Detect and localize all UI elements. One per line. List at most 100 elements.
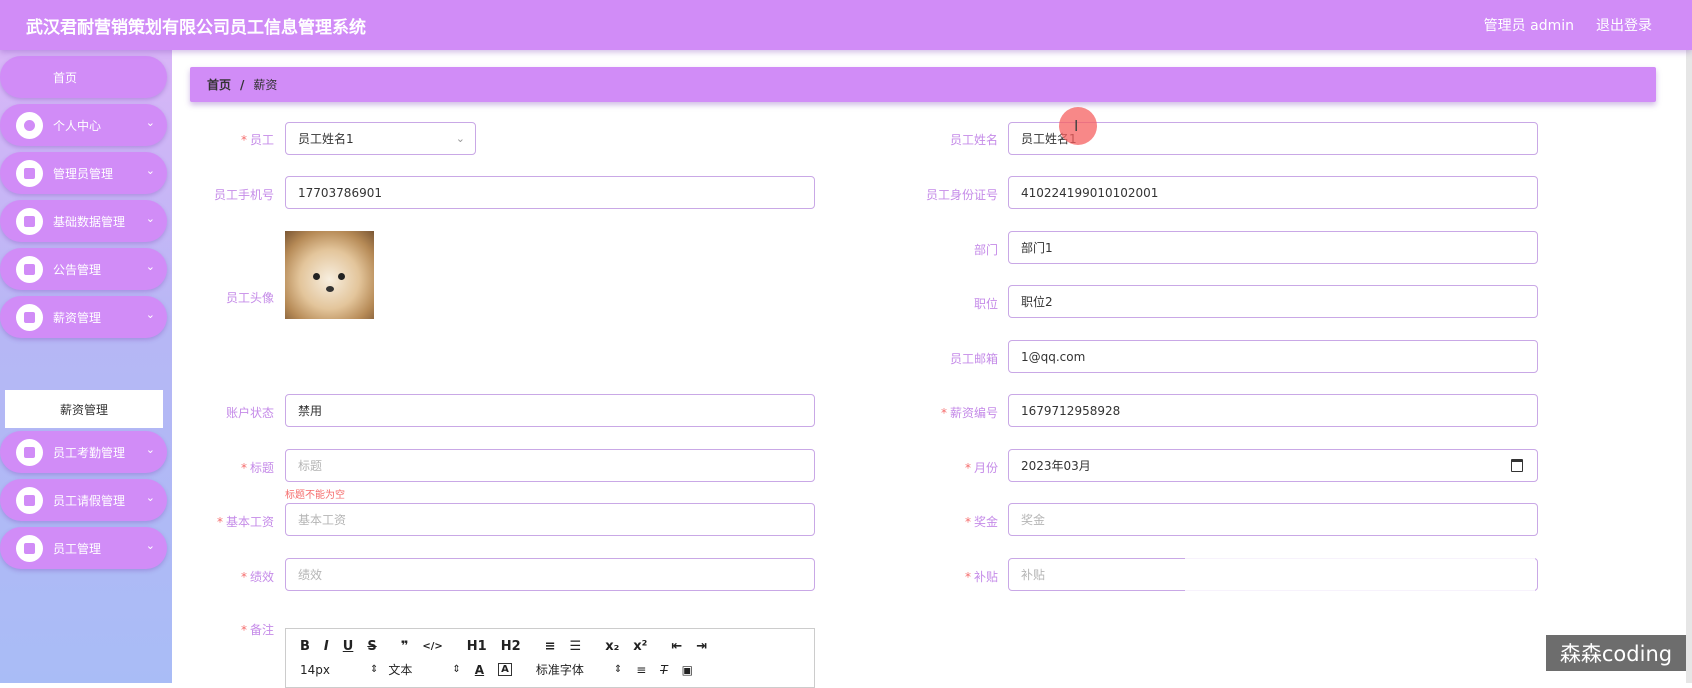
id-card-field[interactable]: 410224199010102001 bbox=[1008, 176, 1538, 209]
base-salary-input[interactable]: 基本工资 bbox=[285, 503, 815, 536]
image-icon[interactable]: ▣ bbox=[682, 663, 693, 677]
subscript-button[interactable]: x₂ bbox=[605, 639, 619, 654]
title-error-message: 标题不能为空 bbox=[285, 490, 345, 501]
sidebar: 首页 个人中心 ⌄ 管理员管理 ⌄ 基础数据管理 ⌄ 公告管理 ⌄ 薪资管理 ⌄… bbox=[0, 50, 172, 683]
id-card-label: 员工身份证号 bbox=[925, 188, 998, 202]
font-family-select[interactable]: 标准字体 bbox=[536, 661, 584, 678]
chevron-updown-icon: ⇕ bbox=[452, 664, 461, 675]
rich-text-editor[interactable]: B I U S ❞ </> H1 H2 ≡ ☰ x₂ x² ⇤ ⇥ 14px ⇕… bbox=[285, 628, 815, 688]
ordered-list-button[interactable]: ≡ bbox=[545, 639, 556, 654]
heading1-button[interactable]: H1 bbox=[467, 639, 487, 654]
label-text: 绩效 bbox=[249, 570, 274, 584]
employee-avatar[interactable] bbox=[285, 231, 374, 319]
calendar-icon[interactable] bbox=[1511, 459, 1523, 472]
month-label: * 月份 bbox=[878, 459, 998, 476]
top-header: 武汉君耐营销策划有限公司员工信息管理系统 管理员 admin 退出登录 bbox=[0, 0, 1692, 50]
label-text: 基本工资 bbox=[225, 515, 274, 529]
month-picker[interactable]: 2023年03月 bbox=[1008, 449, 1538, 482]
base-salary-label: * 基本工资 bbox=[154, 513, 274, 530]
italic-button[interactable]: I bbox=[324, 639, 329, 654]
breadcrumb: 首页 / 薪资 bbox=[190, 67, 1656, 102]
salary-no-field[interactable]: 1679712958928 bbox=[1008, 394, 1538, 427]
chat-icon bbox=[16, 487, 43, 514]
sidebar-item-employees[interactable]: 员工管理 ⌄ bbox=[0, 527, 167, 569]
text-cursor-icon: I bbox=[1074, 117, 1079, 135]
bold-button[interactable]: B bbox=[300, 639, 310, 654]
sidebar-subitem-salary-management[interactable]: 薪资管理 bbox=[5, 390, 163, 428]
bullet-list-button[interactable]: ☰ bbox=[570, 639, 582, 654]
sidebar-item-admin-management[interactable]: 管理员管理 ⌄ bbox=[0, 152, 167, 194]
clear-format-icon[interactable]: T̶ bbox=[660, 663, 667, 677]
app-title: 武汉君耐营销策划有限公司员工信息管理系统 bbox=[26, 18, 366, 38]
position-field[interactable]: 职位2 bbox=[1008, 285, 1538, 318]
label-text: 月份 bbox=[973, 461, 998, 475]
department-field[interactable]: 部门1 bbox=[1008, 231, 1538, 264]
block-type-select[interactable]: 文本 bbox=[388, 661, 412, 678]
grid-icon bbox=[16, 439, 43, 466]
required-mark: * bbox=[940, 406, 947, 420]
breadcrumb-home[interactable]: 首页 bbox=[207, 76, 231, 93]
bonus-label: * 奖金 bbox=[878, 513, 998, 530]
overlay-fade bbox=[1185, 555, 1535, 595]
sidebar-item-basic-data[interactable]: 基础数据管理 ⌄ bbox=[0, 200, 167, 242]
required-mark: * bbox=[964, 570, 971, 584]
breadcrumb-separator: / bbox=[240, 77, 245, 92]
scrollbar[interactable] bbox=[1686, 50, 1692, 683]
remark-label: * 备注 bbox=[154, 621, 274, 638]
employee-select[interactable]: 员工姓名1 ⌄ bbox=[285, 122, 476, 155]
title-input[interactable]: 标题 bbox=[285, 449, 815, 482]
bonus-input[interactable]: 奖金 bbox=[1008, 503, 1538, 536]
background-color-icon[interactable]: A bbox=[498, 663, 512, 676]
email-field[interactable]: 1@qq.com bbox=[1008, 340, 1538, 373]
logout-link[interactable]: 退出登录 bbox=[1596, 15, 1652, 35]
chevron-down-icon: ⌄ bbox=[145, 212, 155, 225]
chevron-updown-icon: ⇕ bbox=[370, 664, 379, 675]
indent-button[interactable]: ⇥ bbox=[696, 639, 707, 654]
sidebar-item-announcements[interactable]: 公告管理 ⌄ bbox=[0, 248, 167, 290]
account-status-field[interactable]: 禁用 bbox=[285, 394, 815, 427]
label-text: 补贴 bbox=[973, 570, 998, 584]
required-mark: * bbox=[240, 570, 247, 584]
code-block-button[interactable]: </> bbox=[422, 641, 442, 652]
chevron-down-icon: ⌄ bbox=[145, 164, 155, 177]
chevron-down-icon: ⌄ bbox=[145, 260, 155, 273]
required-mark: * bbox=[240, 461, 247, 475]
performance-input[interactable]: 绩效 bbox=[285, 558, 815, 591]
sidebar-item-label: 公告管理 bbox=[53, 262, 102, 277]
outdent-button[interactable]: ⇤ bbox=[671, 639, 682, 654]
chevron-updown-icon: ⇕ bbox=[613, 664, 623, 675]
admin-icon bbox=[16, 160, 43, 187]
chevron-down-icon: ⌄ bbox=[145, 308, 155, 321]
allowance-label: * 补贴 bbox=[878, 568, 998, 585]
blockquote-button[interactable]: ❞ bbox=[401, 639, 409, 654]
employee-label: * 员工 bbox=[154, 131, 274, 148]
sidebar-item-leave[interactable]: 员工请假管理 ⌄ bbox=[0, 479, 167, 521]
font-size-select[interactable]: 14px bbox=[300, 663, 330, 677]
editor-toolbar-row: B I U S ❞ </> H1 H2 ≡ ☰ x₂ x² ⇤ ⇥ bbox=[300, 639, 721, 654]
sidebar-item-attendance[interactable]: 员工考勤管理 ⌄ bbox=[0, 431, 167, 473]
chevron-down-icon: ⌄ bbox=[145, 443, 155, 456]
label-text: 薪资编号 bbox=[949, 406, 998, 420]
sidebar-item-salary[interactable]: 薪资管理 ⌄ bbox=[0, 296, 167, 338]
header-actions: 管理员 admin 退出登录 bbox=[1484, 15, 1652, 35]
font-color-icon[interactable]: A bbox=[475, 663, 484, 677]
sidebar-item-home[interactable]: 首页 bbox=[0, 56, 167, 98]
superscript-button[interactable]: x² bbox=[633, 639, 647, 654]
user-icon bbox=[16, 112, 43, 139]
employee-name-label: 员工姓名 bbox=[949, 133, 998, 147]
strike-button[interactable]: S bbox=[367, 639, 376, 654]
sidebar-item-label: 员工管理 bbox=[53, 541, 102, 556]
sidebar-item-label: 个人中心 bbox=[53, 118, 102, 133]
required-mark: * bbox=[240, 133, 247, 147]
phone-field[interactable]: 17703786901 bbox=[285, 176, 815, 209]
heading2-button[interactable]: H2 bbox=[501, 639, 521, 654]
underline-button[interactable]: U bbox=[343, 639, 354, 654]
sidebar-item-label: 基础数据管理 bbox=[53, 214, 126, 229]
align-icon[interactable]: ≡ bbox=[636, 663, 646, 677]
phone-label: 员工手机号 bbox=[213, 188, 274, 202]
sidebar-item-label: 薪资管理 bbox=[53, 310, 102, 325]
chevron-down-icon: ⌄ bbox=[145, 491, 155, 504]
sidebar-item-personal-center[interactable]: 个人中心 ⌄ bbox=[0, 104, 167, 146]
chevron-down-icon: ⌄ bbox=[145, 539, 155, 552]
chevron-down-icon: ⌄ bbox=[455, 132, 465, 145]
